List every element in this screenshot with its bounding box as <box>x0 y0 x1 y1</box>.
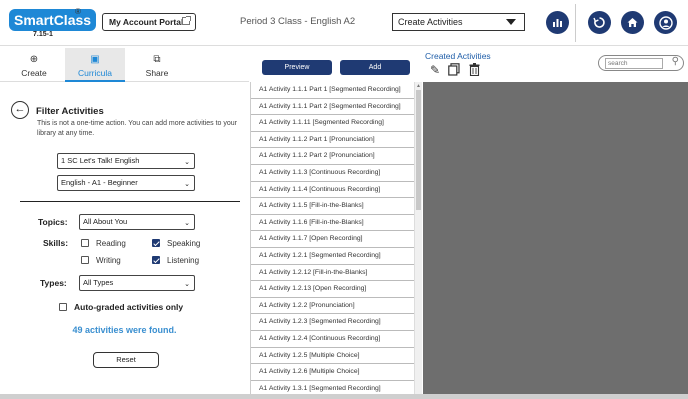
reset-button[interactable]: Reset <box>93 352 159 368</box>
scrollbar-thumb[interactable] <box>416 90 421 210</box>
reading-checkbox[interactable] <box>81 239 89 247</box>
activity-list-item[interactable]: A1 Activity 1.1.7 [Open Recording] <box>251 231 414 248</box>
account-portal-button[interactable]: My Account Portal <box>102 13 196 31</box>
activity-list-item[interactable]: A1 Activity 1.1.2 Part 2 [Pronunciation] <box>251 148 414 165</box>
search-input[interactable] <box>605 58 663 69</box>
smartclass-logo[interactable]: SmartClass ® 7.15-1 <box>9 7 97 38</box>
panel-tabs: ⊕ Create ▣ Curricula ⧉ Share <box>0 48 249 82</box>
home-icon[interactable] <box>621 11 644 34</box>
class-title: Period 3 Class - English A2 <box>240 16 356 27</box>
account-portal-label: My Account Portal <box>109 17 184 27</box>
skills-label: Skills: <box>43 238 69 248</box>
topics-value: All About You <box>83 217 128 226</box>
logo-badge: SmartClass <box>9 9 97 31</box>
chevron-down-icon: ⌄ <box>184 181 190 188</box>
listening-checkbox[interactable] <box>152 256 160 264</box>
filter-description: This is not a one-time action. You can a… <box>37 120 237 137</box>
writing-checkbox[interactable] <box>81 256 89 264</box>
account-icon[interactable] <box>654 11 677 34</box>
activity-list-item[interactable]: A1 Activity 1.2.12 [Fill-in-the-Blanks] <box>251 264 414 282</box>
curriculum-select[interactable]: 1 SC Let's Talk! English ⌄ <box>57 153 195 169</box>
activity-list-item[interactable]: A1 Activity 1.2.2 [Pronunciation] <box>251 297 414 315</box>
activity-list-item[interactable]: A1 Activity 1.1.6 [Fill-in-the-Blanks] <box>251 214 414 232</box>
filter-divider <box>20 201 240 202</box>
activity-list: A1 Activity 1.1.1 Part 1 [Segmented Reco… <box>250 82 414 399</box>
scroll-up-icon[interactable]: ▲ <box>416 83 421 89</box>
search-icon[interactable]: ⚲ <box>672 56 679 67</box>
logo-registered-mark: ® <box>75 7 81 16</box>
activity-mode-value: Create Activities <box>398 17 463 27</box>
listening-label: Listening <box>167 256 200 265</box>
bottom-bar <box>0 394 688 399</box>
activity-list-item[interactable]: A1 Activity 1.1.11 [Segmented Recording] <box>251 115 414 132</box>
version-label: 7.15-1 <box>33 31 53 38</box>
activity-list-item[interactable]: A1 Activity 1.2.1 [Segmented Recording] <box>251 247 414 265</box>
copy-icon[interactable] <box>447 63 461 77</box>
trash-icon[interactable] <box>467 63 481 77</box>
share-icon: ⧉ <box>153 54 161 65</box>
writing-label: Writing <box>96 256 121 265</box>
activity-list-item[interactable]: A1 Activity 1.2.5 [Multiple Choice] <box>251 347 414 365</box>
autograded-checkbox[interactable] <box>59 303 67 311</box>
edit-icon[interactable]: ✎ <box>428 63 442 77</box>
chevron-down-icon: ⌄ <box>184 281 190 288</box>
activity-list-item[interactable]: A1 Activity 1.2.3 [Segmented Recording] <box>251 314 414 331</box>
created-activities-title: Created Activities <box>425 51 491 61</box>
curriculum-value: 1 SC Let's Talk! English <box>61 156 140 165</box>
tab-curricula-label: Curricula <box>77 68 112 78</box>
chart-icon[interactable] <box>546 11 569 34</box>
activity-list-item[interactable]: A1 Activity 1.2.4 [Continuous Recording] <box>251 330 414 348</box>
activity-list-item[interactable]: A1 Activity 1.1.1 Part 1 [Segmented Reco… <box>251 82 414 99</box>
filter-title: Filter Activities <box>36 106 104 117</box>
chevron-down-icon: ⌄ <box>184 159 190 166</box>
topics-select[interactable]: All About You ⌄ <box>79 214 195 230</box>
external-link-icon <box>182 16 191 25</box>
add-button[interactable]: Add <box>340 60 410 75</box>
types-value: All Types <box>83 278 114 287</box>
activity-list-item[interactable]: A1 Activity 1.1.2 Part 1 [Pronunciation] <box>251 131 414 149</box>
search-box: ⚲ <box>598 55 684 71</box>
autograded-label: Auto-graded activities only <box>74 302 184 312</box>
filter-panel: ← Filter Activities This is not a one-ti… <box>0 82 249 394</box>
activity-list-item[interactable]: A1 Activity 1.2.13 [Open Recording] <box>251 281 414 298</box>
app-header: SmartClass ® 7.15-1 My Account Portal Pe… <box>0 0 688 46</box>
reading-label: Reading <box>96 239 126 248</box>
activity-list-item[interactable]: A1 Activity 1.1.1 Part 2 [Segmented Reco… <box>251 98 414 116</box>
header-divider <box>575 4 576 42</box>
created-activities-area[interactable] <box>423 82 688 394</box>
activity-list-item[interactable]: A1 Activity 1.1.3 [Continuous Recording] <box>251 164 414 182</box>
activity-list-item[interactable]: A1 Activity 1.2.6 [Multiple Choice] <box>251 364 414 381</box>
tab-create[interactable]: ⊕ Create <box>4 48 64 82</box>
results-count: 49 activities were found. <box>72 325 177 335</box>
activity-mode-select[interactable]: Create Activities <box>392 13 525 31</box>
plus-circle-icon: ⊕ <box>29 54 39 65</box>
speaking-checkbox[interactable] <box>152 239 160 247</box>
caret-down-icon <box>506 19 516 25</box>
activity-list-item[interactable]: A1 Activity 1.1.5 [Fill-in-the-Blanks] <box>251 198 414 215</box>
book-icon: ▣ <box>90 54 100 65</box>
topics-label: Topics: <box>38 217 68 227</box>
level-select[interactable]: English - A1 - Beginner ⌄ <box>57 175 195 191</box>
tab-create-label: Create <box>21 68 47 78</box>
speaking-label: Speaking <box>167 239 201 248</box>
tab-share[interactable]: ⧉ Share <box>127 48 187 82</box>
activity-list-scrollbar[interactable]: ▲ <box>414 82 422 399</box>
tab-curricula[interactable]: ▣ Curricula <box>65 48 125 82</box>
back-arrow-icon[interactable]: ← <box>11 101 29 119</box>
preview-button[interactable]: Preview <box>262 60 332 75</box>
activity-list-item[interactable]: A1 Activity 1.1.4 [Continuous Recording] <box>251 181 414 199</box>
types-label: Types: <box>40 278 67 288</box>
level-value: English - A1 - Beginner <box>61 178 138 187</box>
types-select[interactable]: All Types ⌄ <box>79 275 195 291</box>
history-icon[interactable] <box>588 11 611 34</box>
chevron-down-icon: ⌄ <box>184 220 190 227</box>
tab-share-label: Share <box>145 68 169 78</box>
